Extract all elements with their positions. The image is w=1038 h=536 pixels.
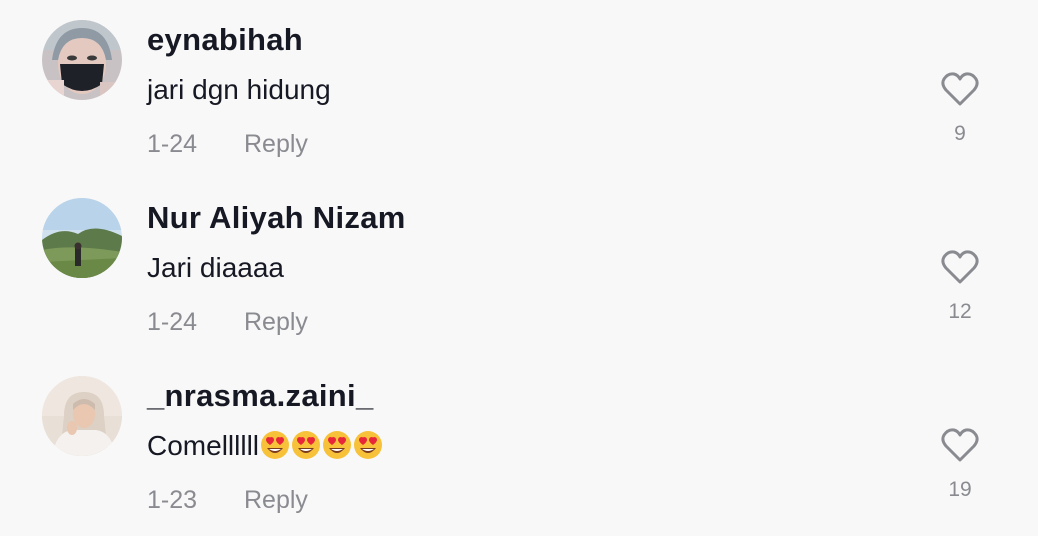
comment-item: Nur Aliyah Nizam Jari diaaaa 1-24 Reply … [0,178,1038,356]
reply-button[interactable]: Reply [244,486,308,515]
avatar-hijab-woman-icon [42,376,122,456]
heart-icon[interactable] [940,248,980,286]
heart-eyes-emoji [323,431,352,459]
comment-username[interactable]: Nur Aliyah Nizam [147,200,406,236]
heart-eyes-emoji [261,431,290,459]
user-avatar[interactable] [42,198,122,278]
user-avatar[interactable] [42,20,122,100]
comment-username[interactable]: eynabihah [147,22,303,58]
heart-eyes-emoji [292,431,321,459]
avatar-landscape-icon [42,198,122,278]
user-avatar[interactable] [42,376,122,456]
comment-text: jari dgn hidung [147,74,331,105]
comment-item: _nrasma.zaini_ Comellllll 1-23 Reply 19 [0,356,1038,534]
heart-icon[interactable] [940,426,980,464]
comment-date: 1-24 [147,130,198,158]
comment-date: 1-24 [147,308,198,336]
heart-icon[interactable] [940,70,980,108]
heart-eyes-emoji [354,431,383,459]
comment-text: Jari diaaaa [147,252,284,283]
like-count: 19 [948,478,972,501]
like-count: 12 [948,300,972,323]
comment-text-body: Comellllll [147,430,260,461]
comment-date: 1-23 [147,486,198,514]
reply-button[interactable]: Reply [244,308,308,337]
avatar-masked-woman-icon [42,20,122,100]
comment-text: Comellllll [147,430,383,462]
comment-item: eynabihah jari dgn hidung 1-24 Reply 9 [0,0,1038,178]
like-count: 9 [954,122,966,145]
emoji-group [259,430,383,461]
comment-username[interactable]: _nrasma.zaini_ [147,378,373,414]
reply-button[interactable]: Reply [244,130,308,159]
